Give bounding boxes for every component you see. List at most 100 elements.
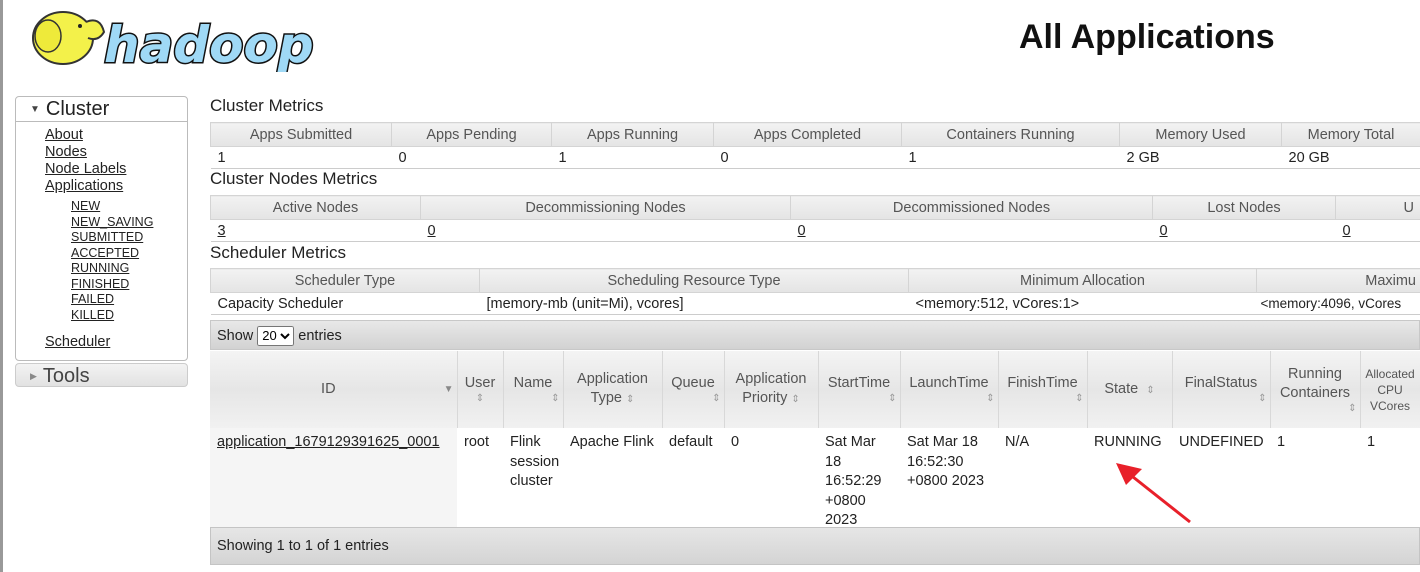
applications-table: ID ▼ User ⇕ Name ⇕ Application Type ⇕ Queue… [210,351,1420,531]
cluster-toggle[interactable]: ▼ Cluster [16,97,187,122]
col-application-priority[interactable]: Application Priority ⇕ [724,351,819,428]
metric-value: 1 [901,146,1120,169]
col-finishtime[interactable]: FinishTime ⇕ [998,351,1088,428]
page-size-select[interactable]: 20 [257,325,295,346]
nav-state-new[interactable]: NEW [71,199,187,215]
decommissioning-nodes-link[interactable]: 0 [428,223,436,239]
col-id[interactable]: ID ▼ [210,351,458,428]
entries-label: entries [298,328,342,344]
sidebar-tools[interactable]: ▶ Tools [15,363,188,387]
header-cell: Maximu [1256,268,1420,293]
table-toolbar: Show 20 entries [210,320,1420,350]
sort-icon: ⇕ [712,393,721,404]
hadoop-logo: hadoop [32,11,315,72]
col-name[interactable]: Name ⇕ [503,351,564,428]
header-cell: Minimum Allocation [908,268,1257,293]
lost-nodes-link[interactable]: 0 [1160,223,1168,239]
triangle-right-icon: ▶ [30,371,37,381]
col-state[interactable]: State ⇕ [1087,351,1173,428]
cell-queue: default [669,434,713,450]
nav-applications[interactable]: Applications [45,178,187,195]
metric-value: 2 GB [1119,146,1282,169]
metric-value: 20 GB [1281,146,1420,169]
sort-desc-icon: ▼ [443,384,454,395]
nodes-metrics-table: Active Nodes Decommissioning Nodes Decommi… [210,195,1420,242]
cell-application-type: Apache Flink [570,434,654,450]
header-cell: U [1335,195,1420,220]
nav-about[interactable]: About [45,127,187,144]
cell-running-containers: 1 [1277,434,1286,450]
header-cell: Decommissioning Nodes [420,195,791,220]
cell-allocated-vcores: 1 [1367,434,1376,450]
sort-icon: ⇕ [1146,384,1155,396]
sort-icon: ⇕ [1348,402,1357,414]
cell-launchtime: Sat Mar 18 16:52:30 +0800 2023 [907,434,985,489]
sort-icon: ⇕ [888,393,897,404]
col-queue[interactable]: Queue ⇕ [662,351,725,428]
header-cell: Apps Completed [713,122,902,147]
nav-state-submitted[interactable]: SUBMITTED [71,230,187,246]
sort-icon: ⇕ [1258,393,1267,404]
col-running-containers[interactable]: Running Containers ⇕ [1270,351,1361,428]
nav-state-failed[interactable]: FAILED [71,292,187,308]
cell-priority: 0 [731,434,740,450]
application-id-link[interactable]: application_1679129391625_0001 [217,434,440,450]
metric-value: 1 [210,146,392,169]
sort-icon: ⇕ [475,393,485,404]
active-nodes-link[interactable]: 3 [218,223,226,239]
cell-user: root [464,434,489,450]
nav-state-finished[interactable]: FINISHED [71,277,187,293]
header-cell: Memory Used [1119,122,1282,147]
show-label: Show [217,328,254,344]
unhealthy-nodes-link[interactable]: 0 [1343,223,1351,239]
header-cell: Lost Nodes [1152,195,1336,220]
scheduler-value: [memory-mb (unit=Mi), vcores] [479,292,909,315]
cell-name: Flink session cluster [510,434,560,489]
scheduler-value: Capacity Scheduler [210,292,480,315]
col-user[interactable]: User ⇕ [457,351,504,428]
svg-text:hadoop: hadoop [104,16,314,72]
nav-nodes[interactable]: Nodes [45,144,187,161]
col-application-type[interactable]: Application Type ⇕ [563,351,663,428]
cluster-metrics-title: Cluster Metrics [210,96,324,115]
nav-state-running[interactable]: RUNNING [71,261,187,277]
header-cell: Scheduler Type [210,268,480,293]
sort-icon: ⇕ [791,394,800,405]
header-cell: Scheduling Resource Type [479,268,909,293]
nav-state-new-saving[interactable]: NEW_SAVING [71,215,187,231]
cell-starttime: Sat Mar 18 16:52:29 +0800 2023 [825,434,882,528]
nav-state-accepted[interactable]: ACCEPTED [71,246,187,262]
col-allocated-cpu-vcores[interactable]: Allocated CPU VCores [1360,351,1420,428]
sort-icon: ⇕ [551,393,560,404]
metric-value: 0 [713,146,902,169]
decommissioned-nodes-link[interactable]: 0 [798,223,806,239]
cell-finishtime: N/A [1005,434,1030,450]
nodes-metrics-title: Cluster Nodes Metrics [210,169,378,188]
header-cell: Memory Total [1281,122,1420,147]
nav-node-labels[interactable]: Node Labels [45,161,187,178]
header-cell: Apps Submitted [210,122,392,147]
sort-icon: ⇕ [1075,393,1084,404]
page-title: All Applications [1019,18,1275,56]
table-row: application_1679129391625_0001 root Flin… [210,428,1420,531]
cluster-metrics-table: Apps Submitted Apps Pending Apps Running Ap… [210,122,1420,169]
header-cell: Active Nodes [210,195,421,220]
col-starttime[interactable]: StartTime ⇕ [818,351,901,428]
metric-value: 1 [551,146,714,169]
cluster-label: Cluster [45,98,110,120]
header-cell: Containers Running [901,122,1120,147]
col-finalstatus[interactable]: FinalStatus ⇕ [1172,351,1271,428]
sort-icon: ⇕ [986,393,995,404]
nav-scheduler[interactable]: Scheduler [45,334,187,351]
tools-label: Tools [42,365,90,387]
sidebar-cluster: ▼ Cluster About Nodes Node Labels Applica… [15,96,188,361]
table-footer: Showing 1 to 1 of 1 entries [210,527,1420,565]
col-launchtime[interactable]: LaunchTime ⇕ [900,351,999,428]
header-cell: Apps Pending [391,122,552,147]
scheduler-metrics-table: Scheduler Type Scheduling Resource Type Mi… [210,268,1420,315]
sort-icon: ⇕ [626,394,635,405]
header-cell: Apps Running [551,122,714,147]
header-cell: Decommissioned Nodes [790,195,1153,220]
nav-state-killed[interactable]: KILLED [71,308,187,324]
red-arrow-annotation [1116,463,1191,524]
